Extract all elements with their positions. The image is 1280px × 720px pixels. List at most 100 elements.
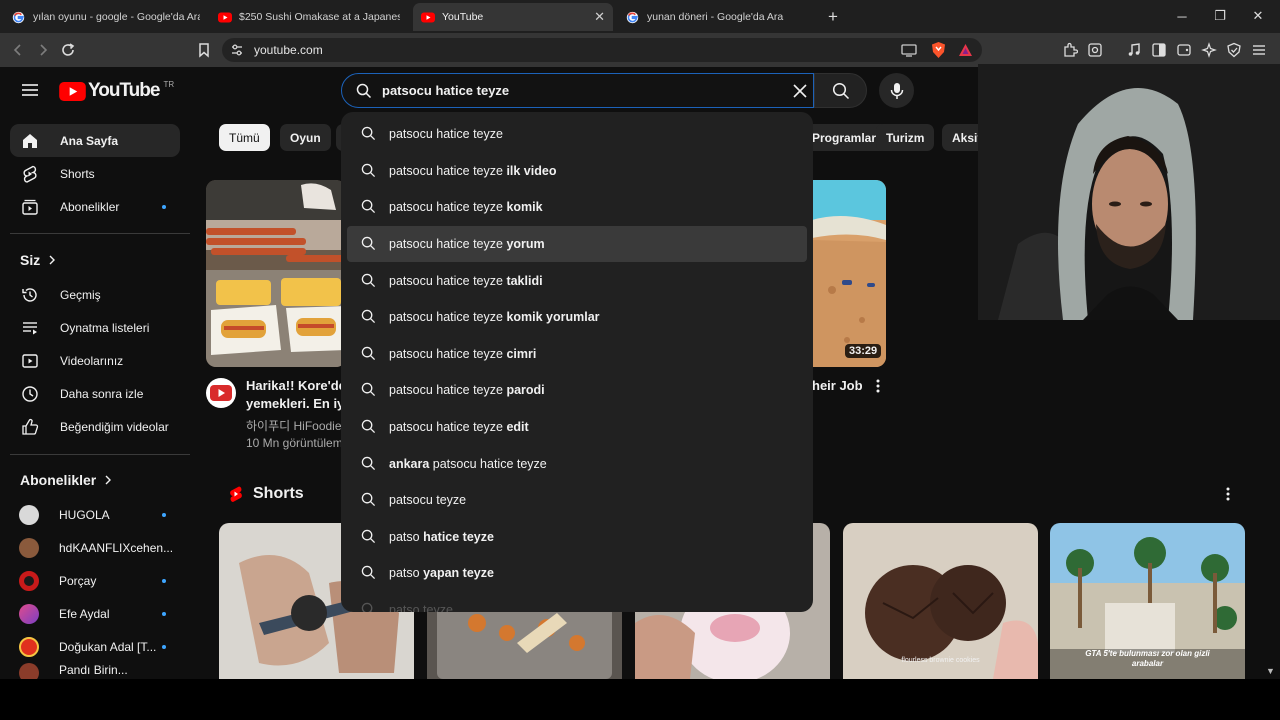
- video-thumbnail[interactable]: [812, 180, 886, 367]
- search-suggestion[interactable]: patsocu hatice teyze edit: [347, 409, 807, 446]
- suggestion-text: patsocu teyze: [389, 493, 466, 507]
- short-thumbnail[interactable]: flourless brownie cookies: [843, 523, 1038, 679]
- new-content-dot: [162, 578, 166, 583]
- restore-icon[interactable]: ❐: [1208, 6, 1232, 26]
- more-actions-icon[interactable]: [1222, 486, 1234, 502]
- sidebar-item-label: Pandı Birin...: [59, 663, 128, 677]
- voice-search-button[interactable]: [879, 73, 914, 108]
- search-button[interactable]: [814, 73, 867, 108]
- search-suggestions: patsocu hatice teyze patsocu hatice teyze…: [341, 112, 813, 612]
- search-suggestion[interactable]: patso teyze: [347, 592, 807, 612]
- search-suggestion[interactable]: patsocu hatice teyze: [347, 116, 807, 153]
- leo-ai-icon[interactable]: [1200, 41, 1218, 59]
- tab-sushi-video[interactable]: $250 Sushi Omakase at a Japanese R: [210, 3, 408, 31]
- extensions-icon[interactable]: [1061, 41, 1079, 59]
- search-suggestion[interactable]: patsocu hatice teyze parodi: [347, 372, 807, 409]
- search-suggestion[interactable]: patsocu hatice teyze ilk video: [347, 153, 807, 190]
- brave-shield-icon[interactable]: [930, 41, 947, 59]
- search-suggestion[interactable]: patsocu hatice teyze yorum: [347, 225, 807, 263]
- sidebar-item-your-videos[interactable]: Videolarınız: [10, 344, 180, 377]
- short-caption: GTA 5'te bulunması zor olan gizli arabal…: [1085, 649, 1210, 668]
- sidebar-item-liked-videos[interactable]: Beğendiğim videolar: [10, 410, 180, 443]
- search-suggestion[interactable]: patsocu hatice teyze taklidi: [347, 262, 807, 299]
- video-channel[interactable]: 하이푸디 HiFoodie: [246, 417, 342, 434]
- sidebar-section-you[interactable]: Siz: [20, 252, 56, 268]
- search-box[interactable]: [341, 73, 814, 108]
- video-title-line1[interactable]: Harika!! Kore'de: [246, 377, 342, 395]
- sidebar-sub-hdkaanflix[interactable]: hdKAANFLIXcehen...: [10, 531, 180, 564]
- back-icon[interactable]: [8, 40, 28, 60]
- playlists-icon: [20, 318, 40, 338]
- sidebar-divider: [10, 454, 190, 455]
- bookmark-icon[interactable]: [194, 40, 214, 60]
- reload-icon[interactable]: [58, 40, 78, 60]
- close-window-icon[interactable]: ✕: [1246, 6, 1270, 26]
- sidebar-sub-partial[interactable]: Pandı Birin...: [10, 663, 180, 679]
- suggestion-typed: patsocu hatice teyze: [389, 237, 507, 252]
- sidebar-item-subscriptions[interactable]: Abonelikler: [10, 190, 180, 223]
- channel-avatar[interactable]: [206, 378, 236, 408]
- section-title: Abonelikler: [20, 472, 97, 488]
- search-suggestion[interactable]: patso yapan teyze: [347, 555, 807, 592]
- sidebar-sub-dogukan-adal[interactable]: Doğukan Adal [T...: [10, 630, 180, 663]
- search-suggestion[interactable]: patso hatice teyze: [347, 519, 807, 556]
- suggestion-typed: patsocu hatice teyze: [389, 273, 507, 288]
- sidebar-sub-hugola[interactable]: HUGOLA: [10, 498, 180, 531]
- sidebar-item-label: hdKAANFLIXcehen...: [59, 540, 174, 555]
- search-suggestion[interactable]: patsocu hatice teyze komik yorumlar: [347, 299, 807, 336]
- search-suggestion[interactable]: patsocu hatice teyze komik: [347, 189, 807, 226]
- your-videos-icon: [20, 351, 40, 371]
- wallet-icon[interactable]: [1175, 41, 1193, 59]
- search-icon: [361, 346, 377, 362]
- sidebar-item-home[interactable]: Ana Sayfa: [10, 124, 180, 157]
- search-input[interactable]: [382, 74, 782, 107]
- sidebar-sub-efe-aydal[interactable]: Efe Aydal: [10, 597, 180, 630]
- sidebar-toggle-icon[interactable]: [1150, 41, 1168, 59]
- forward-icon[interactable]: [33, 40, 53, 60]
- cast-icon[interactable]: [901, 44, 917, 57]
- suggestion-completion: ilk video: [506, 163, 557, 178]
- screenshot-icon[interactable]: [1086, 41, 1104, 59]
- new-tab-button[interactable]: +: [828, 7, 838, 27]
- short-thumbnail[interactable]: GTA 5'te bulunması zor olan gizli arabal…: [1050, 523, 1245, 679]
- vpn-icon[interactable]: [1225, 41, 1243, 59]
- video-title-line2[interactable]: yemekleri. En iyi: [246, 395, 342, 413]
- search-suggestion[interactable]: ankara patsocu hatice teyze: [347, 445, 807, 482]
- guide-menu-icon[interactable]: [20, 80, 40, 100]
- search-icon: [361, 492, 377, 508]
- menu-icon[interactable]: [1250, 41, 1268, 59]
- chip-all[interactable]: Tümü: [219, 124, 270, 151]
- sidebar-item-label: Abonelikler: [60, 199, 120, 214]
- more-actions-icon[interactable]: [872, 378, 884, 394]
- chip-gaming[interactable]: Oyun: [280, 124, 331, 151]
- media-icon[interactable]: [1125, 41, 1143, 59]
- tab-google-search-1[interactable]: yılan oyunu - google - Google'da Ara: [4, 3, 208, 31]
- tab-google-search-2[interactable]: yunan döneri - Google'da Ara: [618, 3, 818, 31]
- youtube-logo[interactable]: YouTube TR: [59, 80, 174, 102]
- tab-youtube-active[interactable]: YouTube ✕: [413, 3, 613, 31]
- video-title-partial[interactable]: heir Job: [812, 377, 863, 395]
- watch-later-icon: [20, 384, 40, 404]
- clear-search-icon[interactable]: [791, 82, 809, 100]
- scroll-down-icon[interactable]: ▼: [1266, 666, 1275, 676]
- video-thumbnail[interactable]: [206, 180, 346, 367]
- suggestion-text: patsocu hatice teyze parodi: [389, 383, 545, 397]
- url-bar[interactable]: [222, 38, 982, 62]
- youtube-icon: [421, 11, 435, 24]
- sidebar-item-playlists[interactable]: Oynatma listeleri: [10, 311, 180, 344]
- close-icon[interactable]: ✕: [594, 9, 605, 25]
- search-suggestion[interactable]: patsocu teyze: [347, 482, 807, 519]
- brave-rewards-icon[interactable]: [958, 43, 973, 57]
- suggestion-completion: komik yorumlar: [506, 310, 600, 325]
- sidebar-item-shorts[interactable]: Shorts: [10, 157, 180, 190]
- minimize-icon[interactable]: ─: [1170, 6, 1194, 26]
- chip-action[interactable]: Aksiy: [942, 124, 978, 151]
- sidebar-item-watch-later[interactable]: Daha sonra izle: [10, 377, 180, 410]
- search-icon: [361, 602, 377, 612]
- sidebar-item-history[interactable]: Geçmiş: [10, 278, 180, 311]
- sidebar-section-subscriptions[interactable]: Abonelikler: [20, 472, 112, 488]
- site-settings-icon[interactable]: [230, 43, 244, 57]
- sidebar-sub-porcay[interactable]: Porçay: [10, 564, 180, 597]
- search-suggestion[interactable]: patsocu hatice teyze cimri: [347, 336, 807, 373]
- chip-tourism[interactable]: Turizm: [876, 124, 935, 151]
